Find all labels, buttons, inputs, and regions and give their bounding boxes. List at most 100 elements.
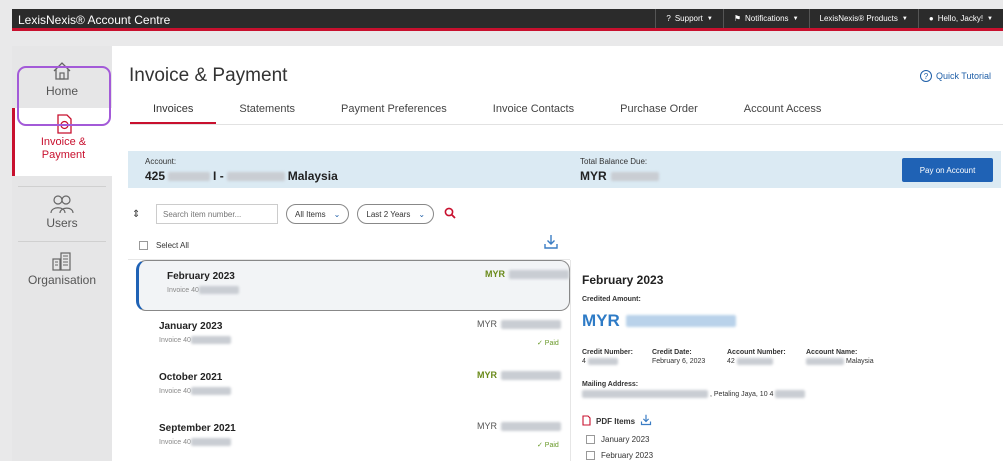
invoice-number: Invoice 40 — [167, 286, 239, 294]
support-menu[interactable]: ? Support ▼ — [655, 9, 722, 28]
top-bar: LexisNexis® Account Centre ? Support ▼ ⚑ No… — [12, 9, 1003, 31]
redacted-text — [587, 358, 618, 365]
tab-purchase-order[interactable]: Purchase Order — [597, 102, 721, 124]
invoice-prefix: Invoice 40 — [159, 387, 191, 395]
chevron-down-icon: ▼ — [706, 15, 713, 22]
page-title: Invoice & Payment — [129, 65, 288, 86]
list-item[interactable]: October 2021 Invoice 40 MYR — [128, 362, 570, 413]
field-value: February 6, 2023 — [652, 358, 706, 365]
select-all-label: Select All — [156, 241, 189, 250]
field-label: Credit Date: — [652, 349, 692, 356]
notifications-menu[interactable]: ⚑ Notifications ▼ — [722, 9, 809, 28]
amount-currency: MYR — [582, 311, 620, 330]
redacted-text — [501, 319, 561, 329]
balance-value: MYR — [580, 169, 659, 183]
sidebar-item-label: Payment — [41, 149, 86, 161]
currency-label: MYR — [477, 319, 497, 329]
divider — [18, 186, 106, 187]
users-icon — [50, 195, 74, 214]
account-value: 425 I - Malaysia — [145, 169, 338, 183]
sort-icon[interactable]: ⇕ — [132, 209, 146, 220]
download-icon[interactable] — [543, 234, 559, 253]
search-input[interactable] — [156, 204, 278, 224]
items-select-value: All Items — [295, 209, 326, 219]
user-icon: ● — [928, 14, 934, 23]
pdf-item[interactable]: January 2023 — [586, 435, 649, 444]
pdf-item-checkbox[interactable] — [586, 435, 595, 444]
pay-on-account-button[interactable]: Pay on Account — [902, 158, 993, 182]
support-label: Support — [674, 14, 703, 23]
help-icon: ? — [919, 70, 932, 82]
credited-amount-label: Credited Amount: — [582, 296, 641, 303]
chevron-down-icon: ▼ — [987, 15, 993, 22]
status-badge: ✓ Paid — [537, 442, 559, 449]
period-select[interactable]: Last 2 Years ⌄ — [357, 204, 435, 224]
pdf-item-checkbox[interactable] — [586, 451, 595, 460]
quick-tutorial-label: Quick Tutorial — [935, 71, 991, 81]
products-menu[interactable]: LexisNexis® Products ▼ — [808, 9, 918, 28]
invoice-prefix: Invoice 40 — [159, 336, 191, 344]
field-label: Account Number: — [727, 349, 786, 356]
search-icon[interactable] — [444, 207, 456, 222]
invoice-month: September 2021 — [159, 423, 236, 434]
field-label: Account Name: — [806, 349, 858, 356]
account-number-prefix: 425 — [145, 169, 166, 183]
invoice-number: Invoice 40 — [159, 336, 231, 344]
tab-bar: Invoices Statements Payment Preferences … — [130, 102, 844, 124]
sidebar-item-organisation[interactable]: Organisation — [12, 251, 112, 296]
account-separator: I - — [213, 169, 224, 183]
app-title[interactable]: LexisNexis® Account Centre — [18, 13, 170, 27]
download-icon[interactable] — [640, 414, 652, 429]
balance-label: Total Balance Due: — [580, 157, 648, 166]
account-label: Account: — [145, 157, 177, 166]
products-label: LexisNexis® Products — [819, 14, 898, 23]
account-number-field: Account Number: 42 — [727, 349, 786, 365]
user-greeting: Hello, Jacky! — [937, 14, 984, 23]
redacted-text — [198, 286, 239, 294]
chevron-down-icon: ▼ — [792, 15, 799, 22]
select-all[interactable]: Select All — [139, 241, 189, 250]
quick-tutorial-link[interactable]: ? Quick Tutorial — [919, 70, 991, 82]
mailing-address-field: Mailing Address: , Petaling Jaya, 10 4 — [582, 381, 806, 398]
redacted-text — [501, 421, 561, 431]
invoice-amount: MYR — [485, 269, 569, 279]
invoice-amount: MYR — [477, 370, 561, 380]
sidebar-item-users[interactable]: Users — [12, 194, 112, 239]
redacted-text — [736, 358, 773, 365]
user-menu[interactable]: ● Hello, Jacky! ▼ — [917, 9, 1003, 28]
highlight-ring — [17, 66, 111, 126]
pdf-item[interactable]: February 2023 — [586, 451, 653, 460]
list-item[interactable]: January 2023 Invoice 40 MYR ✓ Paid — [128, 311, 570, 362]
chevron-down-icon: ⌄ — [418, 209, 426, 219]
redacted-text — [806, 358, 844, 365]
building-icon — [52, 252, 71, 271]
list-item[interactable]: September 2021 Invoice 40 MYR ✓ Paid — [128, 413, 570, 461]
help-icon: ? — [666, 14, 671, 23]
tab-account-access[interactable]: Account Access — [721, 102, 845, 124]
invoice-number: Invoice 40 — [159, 387, 231, 395]
invoice-list: February 2023 Invoice 40 MYR January 202… — [128, 260, 570, 461]
credit-number-prefix: 4 — [582, 358, 586, 365]
account-number-prefix: 42 — [727, 358, 735, 365]
invoice-amount: MYR — [477, 319, 561, 329]
tab-invoice-contacts[interactable]: Invoice Contacts — [470, 102, 597, 124]
sidebar: Home Invoice & Payment Users Organisatio… — [12, 46, 112, 461]
detail-title: February 2023 — [582, 273, 664, 287]
field-value: 4 — [582, 358, 633, 365]
redacted-text — [775, 390, 806, 398]
mailing-address-suffix: , Petaling Jaya, 10 4 — [710, 390, 774, 398]
notifications-label: Notifications — [744, 14, 789, 23]
sidebar-item-label: Users — [46, 216, 78, 230]
top-nav: ? Support ▼ ⚑ Notifications ▼ LexisNexis® Pr… — [655, 9, 1003, 28]
period-select-value: Last 2 Years — [366, 209, 411, 219]
tab-statements[interactable]: Statements — [216, 102, 318, 124]
list-item[interactable]: February 2023 Invoice 40 MYR — [136, 260, 570, 311]
redacted-text — [582, 390, 708, 398]
tab-invoices[interactable]: Invoices — [130, 102, 217, 124]
tab-payment-preferences[interactable]: Payment Preferences — [318, 102, 470, 124]
invoice-amount: MYR — [477, 421, 561, 431]
select-all-checkbox[interactable] — [139, 241, 148, 250]
invoice-month: October 2021 — [159, 372, 223, 383]
items-select[interactable]: All Items ⌄ — [286, 204, 350, 224]
redacted-text — [509, 269, 569, 279]
